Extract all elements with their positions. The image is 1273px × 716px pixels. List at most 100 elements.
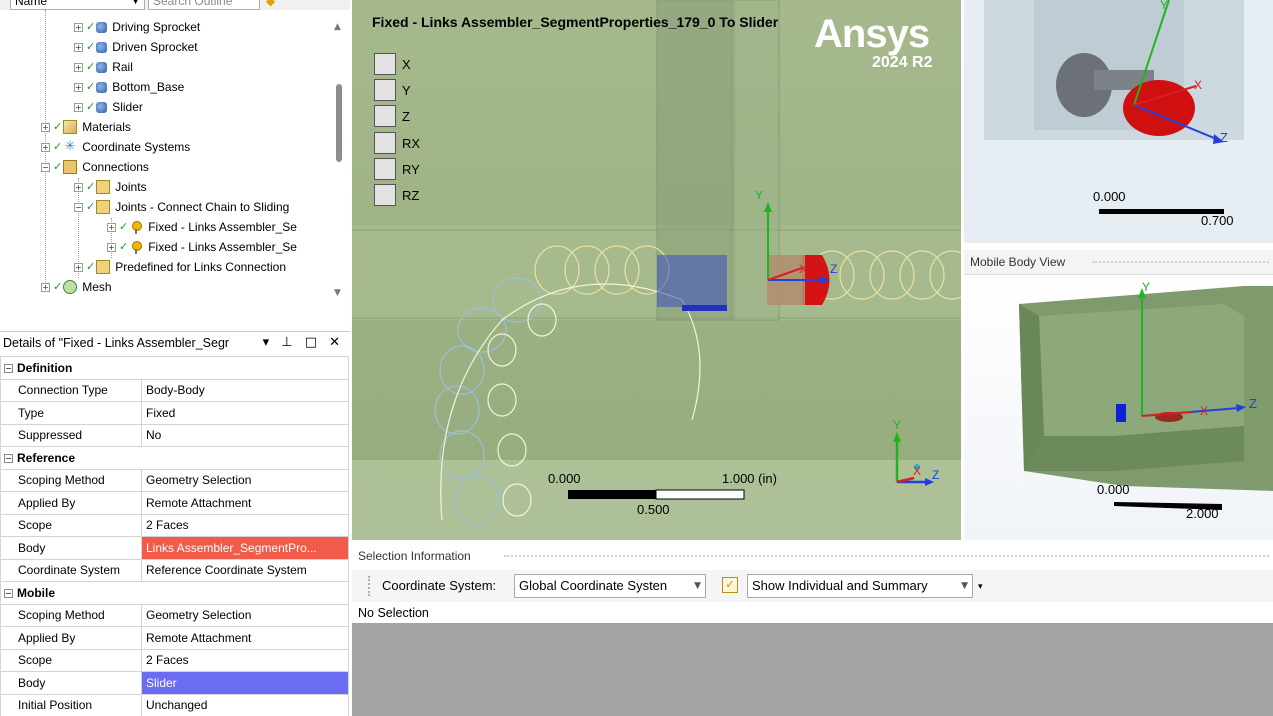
check-icon: ✓ <box>86 100 96 113</box>
display-mode-select[interactable]: Show Individual and Summary ▼ <box>747 574 973 598</box>
tree-item-predefined-links[interactable]: + ✓ Predefined for Links Connection <box>74 257 286 277</box>
collapse-icon[interactable]: − <box>4 589 13 599</box>
model-graphics[interactable] <box>352 0 961 540</box>
tree-item-rail[interactable]: + ✓ Rail <box>74 57 133 77</box>
tree-item-slider[interactable]: + ✓ Slider <box>74 97 143 117</box>
scale-label-right: 1.000 (in) <box>722 471 777 486</box>
outline-sort-select[interactable]: Name ▼ <box>10 0 145 10</box>
mobile-body-graphics[interactable] <box>964 276 1273 540</box>
expand-icon[interactable]: + <box>107 242 116 252</box>
outline-scroll-thumb[interactable] <box>336 84 342 162</box>
ref-axis-y-label: Y <box>1160 0 1169 12</box>
section-mobile[interactable]: − Mobile <box>0 581 349 605</box>
joint-folder-icon <box>96 200 111 214</box>
ref-axis-z-label: Z <box>1220 130 1228 145</box>
dof-toggle-rx[interactable]: RX <box>374 132 420 154</box>
tree-item-driving-sprocket[interactable]: + ✓ Driving Sprocket <box>74 17 200 37</box>
ref-axis-x-label: X <box>1194 78 1203 92</box>
expand-icon[interactable]: + <box>107 222 116 232</box>
checkbox[interactable] <box>374 105 396 127</box>
tree-item-mesh[interactable]: + ✓ Mesh <box>41 277 112 297</box>
tree-item-fixed-joint-1[interactable]: + ✓ Fixed - Links Assembler_Se <box>107 217 297 237</box>
detail-row[interactable]: Applied By Remote Attachment <box>0 626 349 650</box>
check-icon: ✓ <box>53 160 63 173</box>
detail-row[interactable]: Scope 2 Faces <box>0 648 349 672</box>
outline-search-input[interactable]: Search Outline <box>148 0 260 10</box>
tree-item-joints-connect-chain[interactable]: − ✓ Joints - Connect Chain to Sliding <box>74 197 289 217</box>
tree-item-joints[interactable]: + ✓ Joints <box>74 177 147 197</box>
dof-toggle-ry[interactable]: RY <box>374 158 420 180</box>
scale-label-mid: 0.500 <box>637 502 670 517</box>
scroll-up-icon[interactable]: ▲ <box>334 22 341 32</box>
expand-icon[interactable]: + <box>74 62 83 72</box>
dof-toggle-x[interactable]: X <box>374 53 411 75</box>
expand-icon[interactable]: + <box>74 82 83 92</box>
axis-x-label: X <box>799 262 808 276</box>
section-definition[interactable]: − Definition <box>0 356 349 380</box>
collapse-icon[interactable]: − <box>4 364 13 374</box>
graphics-viewport[interactable]: Fixed - Links Assembler_SegmentPropertie… <box>352 0 961 540</box>
detail-row[interactable]: Type Fixed <box>0 401 349 425</box>
triad-z-label: Z <box>932 468 940 482</box>
detail-row-reference-body[interactable]: Body Links Assembler_SegmentPro... <box>0 536 349 560</box>
ref-scale-right: 0.700 <box>1201 213 1234 228</box>
toolbar-grip[interactable] <box>368 576 370 596</box>
toolbar-overflow-icon[interactable]: ▾ <box>978 582 983 592</box>
connections-icon <box>63 160 78 174</box>
expand-icon[interactable]: + <box>41 282 50 292</box>
expand-icon[interactable]: + <box>74 42 83 52</box>
outline-scrollbar[interactable]: ▲ ▼ <box>330 10 350 307</box>
detail-row[interactable]: Applied By Remote Attachment <box>0 491 349 515</box>
checkbox[interactable] <box>374 184 396 206</box>
coordinate-system-icon: ✳ <box>64 139 76 154</box>
detail-row-mobile-body[interactable]: Body Slider <box>0 671 349 695</box>
detail-row[interactable]: Connection Type Body-Body <box>0 378 349 402</box>
dof-toggle-z[interactable]: Z <box>374 105 410 127</box>
detail-row[interactable]: Scoping Method Geometry Selection <box>0 603 349 627</box>
chevron-down-icon: ▼ <box>694 581 701 591</box>
detail-row[interactable]: Scoping Method Geometry Selection <box>0 468 349 492</box>
detail-row[interactable]: Suppressed No <box>0 423 349 447</box>
mob-scale-right: 2.000 <box>1186 506 1219 521</box>
mobile-body-view[interactable]: Y X Z 0.000 2.000 <box>964 276 1273 540</box>
tree-item-driven-sprocket[interactable]: + ✓ Driven Sprocket <box>74 37 198 57</box>
filter-icon[interactable]: ◆ <box>266 0 275 8</box>
mob-axis-x-label: X <box>1200 404 1209 418</box>
dof-toggle-rz[interactable]: RZ <box>374 184 419 206</box>
coordinate-system-select[interactable]: Global Coordinate Systen ▼ <box>514 574 706 598</box>
checkbox[interactable] <box>374 79 396 101</box>
tree-item-connections[interactable]: − ✓ Connections <box>41 157 149 177</box>
checkbox[interactable] <box>374 158 396 180</box>
check-icon: ✓ <box>53 280 63 293</box>
scroll-down-icon[interactable]: ▼ <box>334 288 341 298</box>
collapse-icon[interactable]: − <box>74 202 83 212</box>
expand-icon[interactable]: + <box>41 122 50 132</box>
expand-icon[interactable]: + <box>74 102 83 112</box>
checkbox[interactable] <box>374 53 396 75</box>
tree-item-bottom-base[interactable]: + ✓ Bottom_Base <box>74 77 184 97</box>
checkbox[interactable] <box>374 132 396 154</box>
mesh-icon <box>63 280 78 294</box>
expand-icon[interactable]: + <box>74 182 83 192</box>
detail-row[interactable]: Initial Position Unchanged <box>0 693 349 716</box>
details-window-controls[interactable]: ▾ ⊥ □ ✕ <box>263 332 344 354</box>
reference-body-graphics[interactable] <box>964 0 1273 243</box>
collapse-icon[interactable]: − <box>4 454 13 464</box>
collapse-icon[interactable]: − <box>41 162 50 172</box>
reference-body-view[interactable]: Y X Z 0.000 0.700 <box>964 0 1273 243</box>
expand-icon[interactable]: + <box>74 22 83 32</box>
detail-row[interactable]: Scope 2 Faces <box>0 513 349 537</box>
check-icon: ✓ <box>119 240 129 253</box>
tree-item-coordinate-systems[interactable]: + ✓ ✳ Coordinate Systems <box>41 137 190 157</box>
section-reference[interactable]: − Reference <box>0 446 349 470</box>
tree-item-fixed-joint-2[interactable]: + ✓ Fixed - Links Assembler_Se <box>107 237 297 257</box>
dof-toggle-y[interactable]: Y <box>374 79 411 101</box>
detail-row[interactable]: Coordinate System Reference Coordinate Sy… <box>0 558 349 582</box>
check-icon: ✓ <box>119 220 129 233</box>
expand-icon[interactable]: + <box>41 142 50 152</box>
expand-icon[interactable]: + <box>74 262 83 272</box>
checkbox-toggle-icon[interactable]: ✓ <box>722 577 738 593</box>
selection-info-body <box>352 623 1273 716</box>
check-icon: ✓ <box>53 140 63 153</box>
tree-item-materials[interactable]: + ✓ Materials <box>41 117 131 137</box>
